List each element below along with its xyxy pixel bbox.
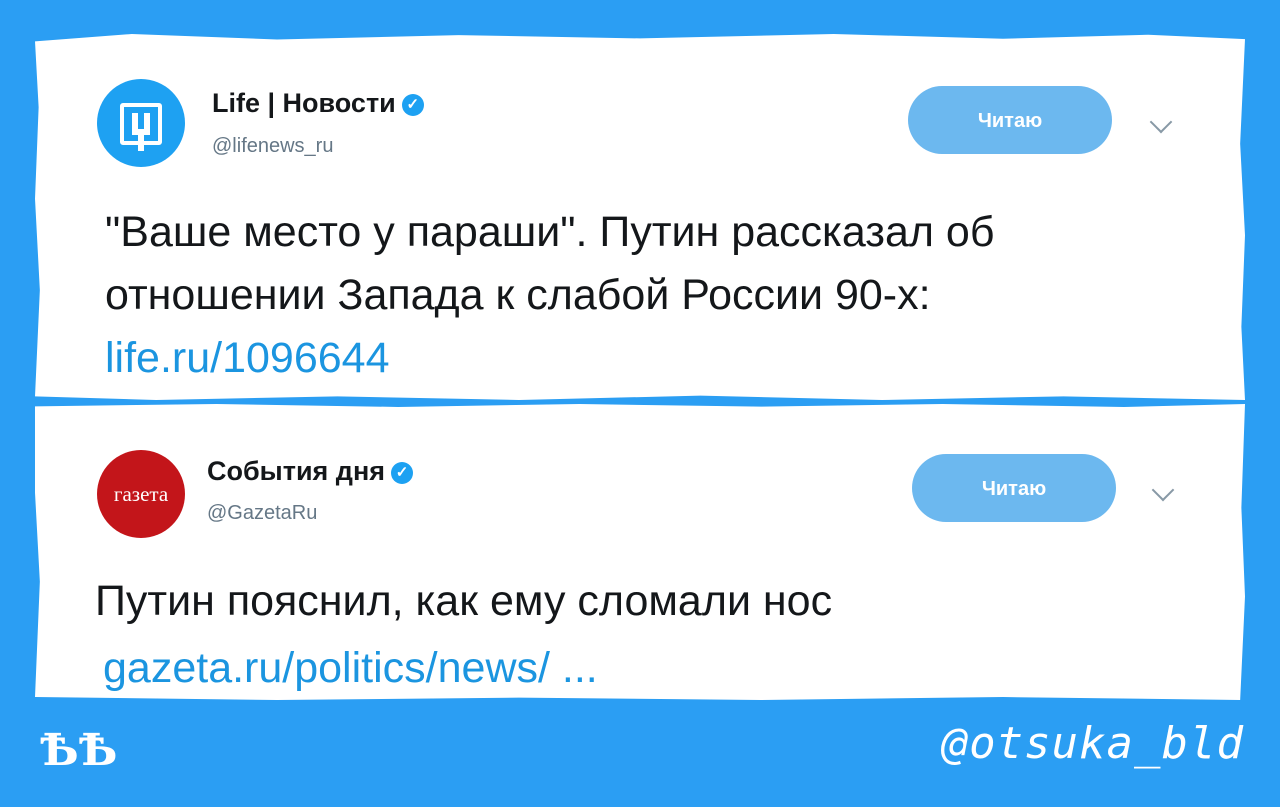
chevron-down-icon[interactable] [1151,478,1175,502]
following-button[interactable]: Читаю [908,86,1112,154]
author-name-text: Life | Новости [212,88,396,118]
tweet-text-line: Путин пояснил, как ему сломали нос [95,577,833,625]
life-logo-icon [120,103,162,145]
gazeta-avatar[interactable]: газета [97,450,185,538]
tweet-card-gazeta: газета События дня ✓ @GazetaRu Читаю Пути… [35,404,1245,700]
author-handle[interactable]: @lifenews_ru [212,135,333,158]
tweet-text: "Ваше место у параши". Путин рассказал о… [105,201,994,390]
author-handle[interactable]: @GazetaRu [207,502,317,525]
life-avatar[interactable] [97,79,185,167]
tweet-link[interactable]: gazeta.ru/politics/news/ ... [103,637,832,700]
chevron-down-icon[interactable] [1149,110,1173,134]
following-button[interactable]: Читаю [912,454,1116,522]
tweet-text-line: "Ваше место у параши". Путин рассказал о… [105,208,995,256]
tweet-card-life: Life | Новости ✓ @lifenews_ru Читаю "Ваше… [35,34,1245,400]
brand-mark: ѢѢ [40,725,118,776]
verified-badge-icon: ✓ [391,462,414,484]
author-name-text: События дня [207,456,386,486]
tweet-text: Путин пояснил, как ему сломали нос gazet… [95,570,832,700]
author-name[interactable]: События дня ✓ [207,456,414,487]
tweet-text-line: отношении Запада к слабой России 90-х: [105,271,931,319]
verified-badge-icon: ✓ [401,94,424,116]
author-name[interactable]: Life | Новости ✓ [212,88,424,119]
author-signature: @otsuka_bld [941,718,1244,769]
gazeta-avatar-text: газета [113,482,169,506]
tweet-link[interactable]: life.ru/1096644 [105,327,994,390]
